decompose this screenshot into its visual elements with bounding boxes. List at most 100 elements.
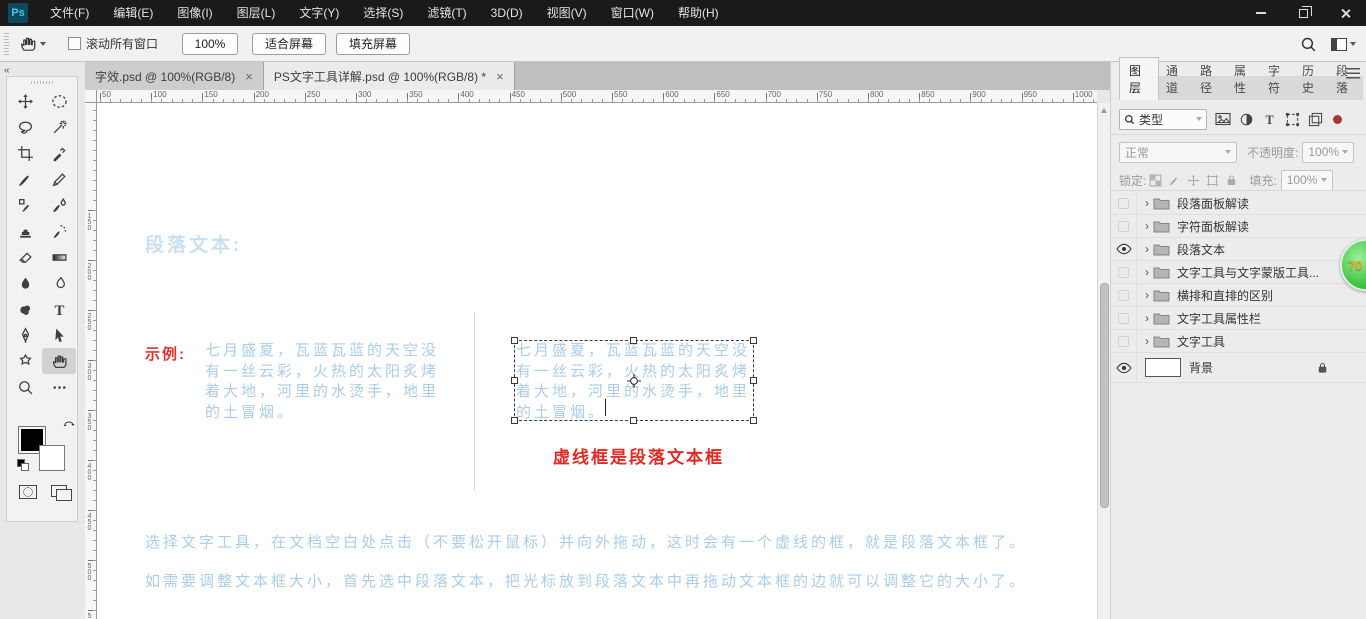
fill-select[interactable]: 100% <box>1281 170 1333 191</box>
visibility-toggle[interactable] <box>1111 284 1137 307</box>
restore-button[interactable] <box>1282 0 1324 26</box>
marquee-tool[interactable] <box>42 88 76 114</box>
resize-handle-e[interactable] <box>750 377 757 384</box>
layer-row-paragraph-panel[interactable]: › 段落面板解读 <box>1111 192 1366 215</box>
lock-artboard-button[interactable] <box>1206 174 1219 187</box>
collapse-panel-icon[interactable] <box>4 65 10 76</box>
panel-tab-layers[interactable]: 图层 <box>1119 57 1159 100</box>
brush-tool[interactable] <box>8 166 42 192</box>
panel-tab-history[interactable]: 历史 <box>1295 58 1329 100</box>
resize-handle-se[interactable] <box>750 417 757 424</box>
expand-icon[interactable]: › <box>1145 288 1149 302</box>
panel-menu-icon[interactable] <box>1346 68 1360 79</box>
blur-tool[interactable] <box>8 270 42 296</box>
default-colors-icon[interactable] <box>17 459 29 471</box>
menu-edit[interactable]: 编辑(E) <box>101 0 165 26</box>
visibility-toggle[interactable] <box>1111 353 1137 383</box>
sponge-tool[interactable] <box>8 296 42 322</box>
expand-icon[interactable]: › <box>1145 265 1149 279</box>
menu-3d[interactable]: 3D(D) <box>479 0 535 26</box>
visibility-toggle[interactable] <box>1111 307 1137 330</box>
expand-icon[interactable]: › <box>1145 334 1149 348</box>
document-tab-zixiao[interactable]: 字效.psd @ 100%(RGB/8) × <box>85 62 264 90</box>
fill-screen-button[interactable]: 填充屏幕 <box>336 33 410 55</box>
menu-image[interactable]: 图像(I) <box>165 0 224 26</box>
expand-icon[interactable]: › <box>1145 196 1149 210</box>
lasso-tool[interactable] <box>8 114 42 140</box>
smudge-tool[interactable] <box>42 270 76 296</box>
layer-row-type-tool[interactable]: › 文字工具 <box>1111 330 1366 353</box>
expand-icon[interactable]: › <box>1145 311 1149 325</box>
resize-handle-n[interactable] <box>630 337 637 344</box>
minimize-button[interactable] <box>1240 0 1282 26</box>
menu-filter[interactable]: 滤镜(T) <box>415 0 478 26</box>
expand-icon[interactable]: › <box>1145 242 1149 256</box>
scroll-up-icon[interactable] <box>1101 108 1107 113</box>
path-selection-tool[interactable] <box>42 322 76 348</box>
resize-handle-w[interactable] <box>511 377 518 384</box>
zoom-100-button[interactable]: 100% <box>182 33 238 55</box>
zoom-tool[interactable] <box>8 374 42 400</box>
eyedropper-tool[interactable] <box>42 140 76 166</box>
background-color-swatch[interactable] <box>39 445 65 471</box>
workspace-switcher[interactable] <box>1331 38 1356 51</box>
quick-mask-button[interactable] <box>19 485 37 499</box>
edit-toolbar-button[interactable] <box>42 374 76 400</box>
type-tool[interactable]: T <box>42 296 76 322</box>
filter-adjustment-layers-button[interactable] <box>1239 112 1254 127</box>
menu-type[interactable]: 文字(Y) <box>287 0 351 26</box>
scrollbar-thumb[interactable] <box>1100 283 1109 508</box>
menu-view[interactable]: 视图(V) <box>535 0 599 26</box>
pen-tool[interactable] <box>8 322 42 348</box>
filter-toggle-icon[interactable] <box>1333 115 1342 124</box>
stamp-tool[interactable] <box>8 218 42 244</box>
panel-tab-properties[interactable]: 属性 <box>1227 58 1261 100</box>
menu-layer[interactable]: 图层(L) <box>225 0 288 26</box>
tab-close-icon[interactable]: × <box>496 69 504 84</box>
layer-row-options-bar[interactable]: › 文字工具属性栏 <box>1111 307 1366 330</box>
filter-shape-layers-button[interactable] <box>1285 112 1300 127</box>
panel-tab-character[interactable]: 字符 <box>1261 58 1295 100</box>
quick-selection-tool[interactable] <box>42 114 76 140</box>
search-icon[interactable] <box>1300 36 1317 53</box>
visibility-toggle[interactable] <box>1111 330 1137 353</box>
layer-row-orientation[interactable]: › 横排和直排的区别 <box>1111 284 1366 307</box>
expand-icon[interactable]: › <box>1145 219 1149 233</box>
crop-tool[interactable] <box>8 140 42 166</box>
fit-screen-button[interactable]: 适合屏幕 <box>252 33 326 55</box>
gradient-tool[interactable] <box>42 244 76 270</box>
opacity-select[interactable]: 100% <box>1302 142 1354 163</box>
paragraph-text-box[interactable]: 七月盛夏，瓦蓝瓦蓝的天空没 有一丝云彩，火热的太阳炙烤 着大地，河里的水烫手，地… <box>514 340 754 421</box>
menu-window[interactable]: 窗口(W) <box>599 0 666 26</box>
visibility-toggle[interactable] <box>1111 192 1137 215</box>
resize-handle-sw[interactable] <box>511 417 518 424</box>
panel-tab-paragraph[interactable]: 段落 <box>1329 58 1363 100</box>
filter-type-select[interactable]: 类型 <box>1119 109 1207 130</box>
filter-type-layers-button[interactable]: T <box>1262 112 1277 127</box>
canvas-vertical-scrollbar[interactable] <box>1097 103 1110 619</box>
filter-smart-objects-button[interactable] <box>1308 112 1323 127</box>
resize-handle-s[interactable] <box>630 417 637 424</box>
resize-handle-ne[interactable] <box>750 337 757 344</box>
panel-tab-paths[interactable]: 路径 <box>1193 58 1227 100</box>
panel-tab-channels[interactable]: 通道 <box>1159 58 1193 100</box>
lock-transparency-button[interactable] <box>1149 174 1162 187</box>
swap-colors-icon[interactable] <box>63 417 77 429</box>
clone-stamp-tool[interactable] <box>8 192 42 218</box>
layer-thumbnail[interactable] <box>1145 358 1181 377</box>
scroll-all-windows-checkbox[interactable] <box>68 37 81 50</box>
layer-row-character-panel[interactable]: › 字符面板解读 <box>1111 215 1366 238</box>
custom-shape-tool[interactable] <box>8 348 42 374</box>
menu-file[interactable]: 文件(F) <box>38 0 101 26</box>
layer-row-background[interactable]: 背景 <box>1111 353 1366 383</box>
layer-row-type-tools[interactable]: › 文字工具与文字蒙版工具... <box>1111 261 1366 284</box>
tab-close-icon[interactable]: × <box>245 69 253 84</box>
layer-row-paragraph-text[interactable]: › 段落文本 <box>1111 238 1366 261</box>
pencil-tool[interactable] <box>42 166 76 192</box>
resize-handle-nw[interactable] <box>511 337 518 344</box>
hand-tool-preset[interactable] <box>19 35 46 53</box>
menu-help[interactable]: 帮助(H) <box>666 0 731 26</box>
filter-pixel-layers-button[interactable] <box>1215 112 1231 126</box>
lock-position-button[interactable] <box>1187 174 1200 187</box>
move-tool[interactable] <box>8 88 42 114</box>
